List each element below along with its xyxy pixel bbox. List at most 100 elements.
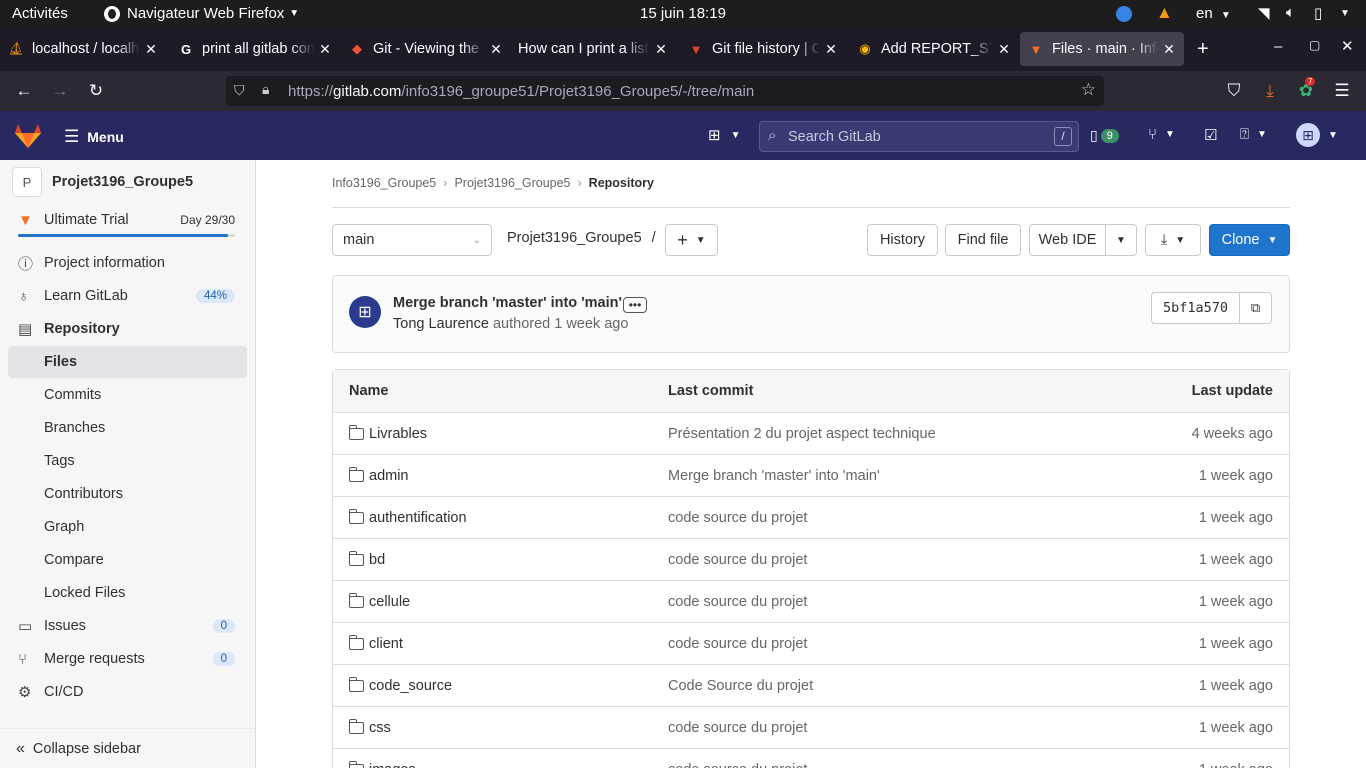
download-source-button[interactable]: ⤓ ▼ xyxy=(1145,224,1201,256)
app-menu[interactable]: Navigateur Web Firefox ▼ xyxy=(104,5,299,22)
browser-tab[interactable]: G print all gitlab commits ✕ xyxy=(170,32,340,66)
pocket-icon[interactable]: ⛉ xyxy=(1222,79,1246,103)
sidebar-item-locked-files[interactable]: Locked Files xyxy=(8,577,247,609)
forward-icon[interactable]: → xyxy=(48,79,72,103)
table-row[interactable]: bd code source du projet 1 week ago xyxy=(333,539,1289,581)
help-button[interactable]: ⍰ ▼ xyxy=(1240,126,1267,143)
add-to-tree-button[interactable]: + ▼ xyxy=(665,224,718,256)
close-icon[interactable]: ✕ xyxy=(824,41,838,58)
todos-button[interactable]: ☑ xyxy=(1204,126,1217,144)
collapse-sidebar-button[interactable]: « Collapse sidebar xyxy=(0,728,255,768)
table-row[interactable]: code_source Code Source du projet 1 week a… xyxy=(333,665,1289,707)
lock-icon[interactable]: 🔒︎ xyxy=(262,81,269,98)
sidebar-item-issues[interactable]: ▭ Issues 0 xyxy=(8,610,247,642)
maximize-icon[interactable]: ▢ xyxy=(1309,38,1320,52)
copy-sha-button[interactable]: ⧉ xyxy=(1240,292,1273,324)
close-icon[interactable]: ✕ xyxy=(144,41,158,58)
keyboard-layout[interactable]: en ▼ xyxy=(1196,5,1231,22)
sidebar-item-contributors[interactable]: Contributors xyxy=(8,478,247,510)
breadcrumb-project-link[interactable]: Projet3196_Groupe5 xyxy=(454,176,570,190)
branch-selector[interactable]: main ⌄ xyxy=(332,224,492,256)
table-row[interactable]: cellule code source du projet 1 week ago xyxy=(333,581,1289,623)
volume-icon[interactable]: 🔈︎ xyxy=(1286,4,1295,21)
activities-button[interactable]: Activités xyxy=(12,5,68,22)
sidebar-item-project-information[interactable]: ⓘ Project information xyxy=(8,247,247,279)
clock[interactable]: 15 juin 18:19 xyxy=(640,5,726,22)
path-root-link[interactable]: Projet3196_Groupe5 xyxy=(507,230,642,246)
last-commit-message-link[interactable]: code source du projet xyxy=(668,707,807,748)
merge-requests-button[interactable]: ⑂ ▼ xyxy=(1148,126,1175,143)
browser-tab[interactable]: ◆ Git - Viewing the Commit History ✕ xyxy=(341,32,511,66)
bookmark-star-icon[interactable]: ☆ xyxy=(1081,80,1096,100)
create-new-button[interactable]: ⊞ ▼ xyxy=(708,126,740,144)
menu-button[interactable]: ☰ Menu xyxy=(64,127,124,147)
sidebar-item-branches[interactable]: Branches xyxy=(8,412,247,444)
sidebar-project-header[interactable]: P Projet3196_Groupe5 xyxy=(8,167,247,197)
shield-icon[interactable]: ⛉ xyxy=(234,82,245,99)
sidebar-item-compare[interactable]: Compare xyxy=(8,544,247,576)
last-commit-message-link[interactable]: code source du projet xyxy=(668,623,807,664)
search-input[interactable]: ⌕ Search GitLab / xyxy=(759,121,1079,152)
gitlab-logo-icon[interactable] xyxy=(14,123,42,149)
file-name-link[interactable]: authentification xyxy=(348,497,467,538)
browser-tab-active[interactable]: ▼ Files · main · Info3196_Groupe51 ✕ xyxy=(1020,32,1184,66)
close-icon[interactable]: ✕ xyxy=(318,41,332,58)
table-row[interactable]: Livrables Présentation 2 du projet aspect… xyxy=(333,413,1289,455)
file-name-link[interactable]: admin xyxy=(348,455,409,496)
browser-tab[interactable]: ⛵︎ localhost / localhost ✕ xyxy=(0,32,166,66)
commit-expand-button[interactable]: ••• xyxy=(623,297,647,313)
browser-tab[interactable]: How can I print a list of commits ✕ xyxy=(510,32,676,66)
table-row[interactable]: client code source du projet 1 week ago xyxy=(333,623,1289,665)
sidebar-item-ultimate-trial[interactable]: ▼ Ultimate Trial Day 29/30 xyxy=(8,206,247,234)
hamburger-menu-icon[interactable]: ☰ xyxy=(1330,79,1354,103)
wifi-icon[interactable]: ◥ xyxy=(1258,4,1270,22)
sidebar-item-files[interactable]: Files xyxy=(8,346,247,378)
sidebar-item-ci-cd[interactable]: ⚙ CI/CD xyxy=(8,676,247,708)
file-name-link[interactable]: bd xyxy=(348,539,385,580)
file-name-link[interactable]: images xyxy=(348,749,416,768)
chevron-down-icon[interactable]: ▼ xyxy=(1340,8,1350,19)
back-icon[interactable]: ← xyxy=(12,79,36,103)
table-row[interactable]: images code source du projet 1 week ago xyxy=(333,749,1289,768)
file-name-link[interactable]: code_source xyxy=(348,665,452,706)
sidebar-item-graph[interactable]: Graph xyxy=(8,511,247,543)
file-name-link[interactable]: Livrables xyxy=(348,413,427,454)
last-commit-message-link[interactable]: code source du projet xyxy=(668,497,807,538)
last-commit-message-link[interactable]: code source du projet xyxy=(668,539,807,580)
last-commit-message-link[interactable]: Présentation 2 du projet aspect techniqu… xyxy=(668,413,936,454)
table-row[interactable]: admin Merge branch 'master' into 'main' 1 … xyxy=(333,455,1289,497)
sidebar-item-merge-requests[interactable]: ⑂ Merge requests 0 xyxy=(8,643,247,675)
last-commit-message-link[interactable]: code source du projet xyxy=(668,581,807,622)
minimize-icon[interactable]: – xyxy=(1274,38,1282,55)
chrome-remote-icon[interactable] xyxy=(1116,6,1132,22)
close-window-icon[interactable]: ✕ xyxy=(1341,37,1354,55)
user-menu-button[interactable]: ⊞ ▼ xyxy=(1296,123,1338,147)
sidebar-item-learn-gitlab[interactable]: ♁ Learn GitLab 44% xyxy=(8,280,247,312)
commit-sha[interactable]: 5bf1a570 xyxy=(1151,292,1241,324)
last-commit-message-link[interactable]: Merge branch 'master' into 'main' xyxy=(668,455,880,496)
sidebar-item-tags[interactable]: Tags xyxy=(8,445,247,477)
download-icon[interactable]: ⤓ xyxy=(1258,79,1282,103)
issues-button[interactable]: ▯ 9 xyxy=(1090,127,1119,144)
url-bar[interactable]: ⛉ 🔒︎ https://gitlab.com/info3196_groupe5… xyxy=(226,76,1104,106)
breadcrumb-current[interactable]: Repository xyxy=(589,176,654,190)
browser-tab[interactable]: ◉ Add REPORT_STRUCTURE ✕ xyxy=(849,32,1019,66)
file-name-link[interactable]: cellule xyxy=(348,581,410,622)
breadcrumb-group-link[interactable]: Info3196_Groupe5 xyxy=(332,176,436,190)
table-row[interactable]: css code source du projet 1 week ago xyxy=(333,707,1289,749)
table-row[interactable]: authentification code source du projet 1 w… xyxy=(333,497,1289,539)
close-icon[interactable]: ✕ xyxy=(997,41,1011,58)
file-name-link[interactable]: client xyxy=(348,623,403,664)
close-icon[interactable]: ✕ xyxy=(489,41,503,58)
reload-icon[interactable]: ↻ xyxy=(84,79,108,103)
web-ide-button[interactable]: Web IDE xyxy=(1029,224,1106,256)
battery-icon[interactable]: ▯ xyxy=(1314,4,1322,22)
clone-button[interactable]: Clone ▼ xyxy=(1209,224,1290,256)
last-commit-message-link[interactable]: Code Source du projet xyxy=(668,665,813,706)
find-file-button[interactable]: Find file xyxy=(945,224,1021,256)
vlc-icon[interactable]: ▲ xyxy=(1156,3,1173,23)
avatar[interactable]: ⊞ xyxy=(349,296,381,328)
commit-author-link[interactable]: Tong Laurence xyxy=(393,316,489,332)
commit-title-link[interactable]: Merge branch 'master' into 'main' xyxy=(393,295,622,311)
new-tab-icon[interactable]: + xyxy=(1197,38,1209,61)
